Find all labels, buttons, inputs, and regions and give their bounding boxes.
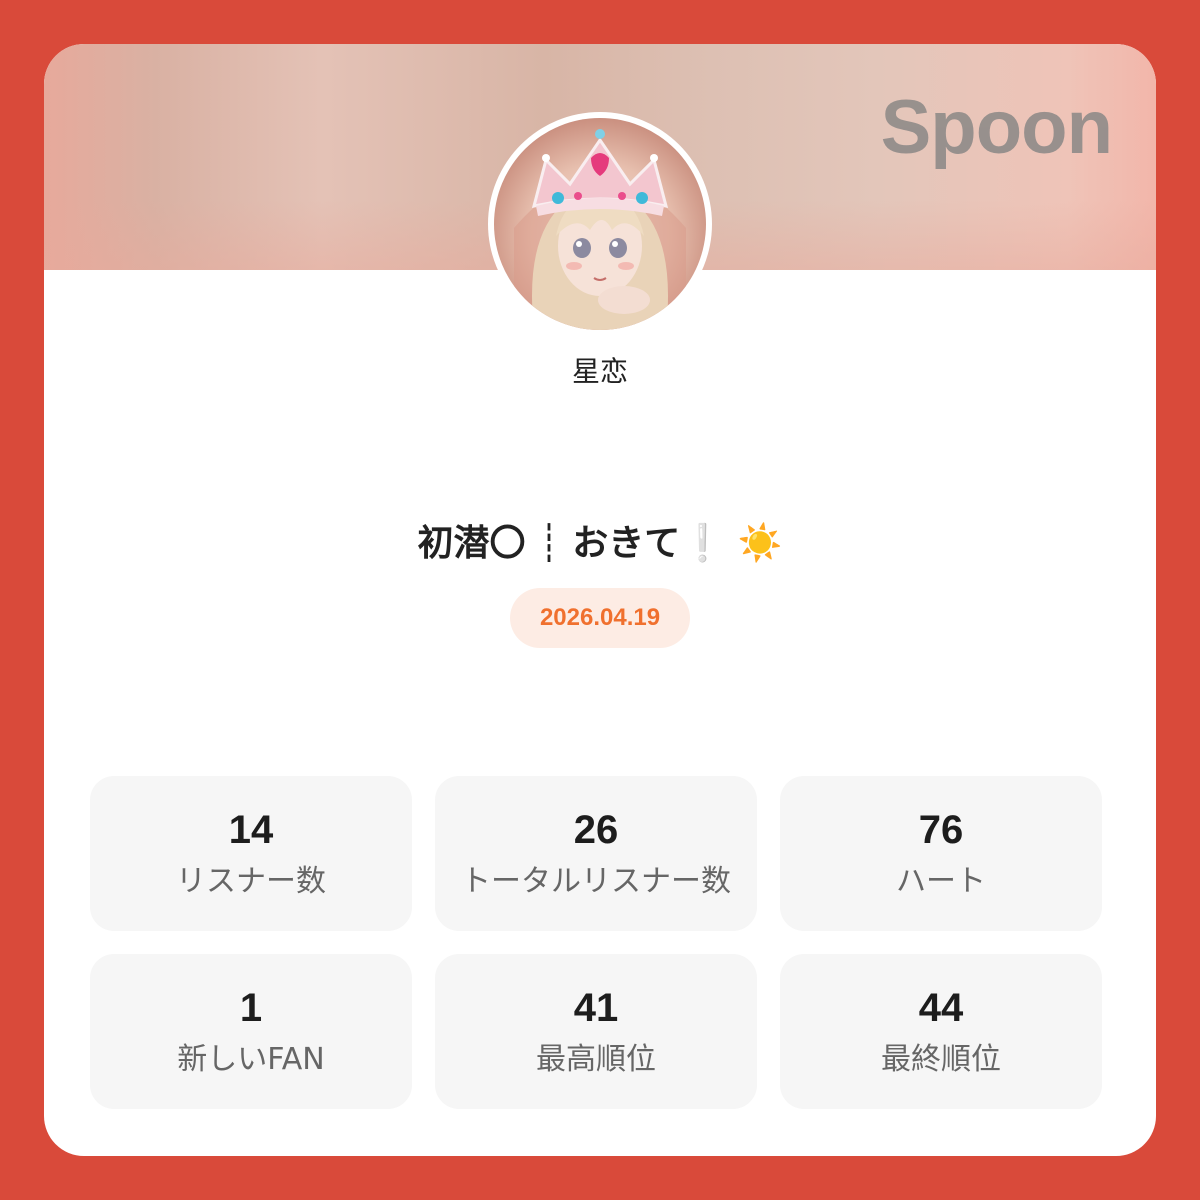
stat-value: 76: [918, 807, 964, 852]
stat-card-new-fans: 1 新しいFAN: [90, 954, 412, 1109]
stat-value: 41: [573, 985, 619, 1030]
stat-card-listeners: 14 リスナー数: [90, 776, 412, 931]
stat-label: リスナー数: [176, 863, 326, 899]
avatar-image: [494, 118, 706, 330]
stat-value: 1: [239, 985, 263, 1030]
live-title: 初潜〇 ┊ おきて❕ ☀️: [417, 523, 783, 564]
stat-card-total-listeners: 26 トータルリスナー数: [435, 776, 757, 931]
spoon-logo: Spoon: [880, 85, 1113, 170]
avatar-illustration: [514, 129, 686, 330]
stat-card-hearts: 76 ハート: [780, 776, 1102, 931]
stat-value: 14: [228, 807, 274, 852]
avatar[interactable]: [488, 112, 712, 336]
stat-label: 最高順位: [536, 1041, 656, 1077]
date-badge: 2026.04.19: [510, 588, 690, 648]
stat-card-highest-rank: 41 最高順位: [435, 954, 757, 1109]
stat-card-final-rank: 44 最終順位: [780, 954, 1102, 1109]
stat-label: 新しいFAN: [177, 1041, 325, 1077]
stats-grid: 14 リスナー数 26 トータルリスナー数 76 ハート 1 新しいFAN 41…: [90, 776, 1102, 1109]
stat-label: 最終順位: [881, 1041, 1001, 1077]
stat-value: 26: [573, 807, 619, 852]
stat-label: ハート: [896, 863, 986, 899]
stat-value: 44: [918, 985, 964, 1030]
stat-label: トータルリスナー数: [461, 863, 731, 899]
summary-card: Spoon 星恋 初潜〇 ┊ おきて❕ ☀️ 2026.04.19 14 リスナ…: [44, 44, 1156, 1156]
username: 星恋: [571, 355, 628, 388]
